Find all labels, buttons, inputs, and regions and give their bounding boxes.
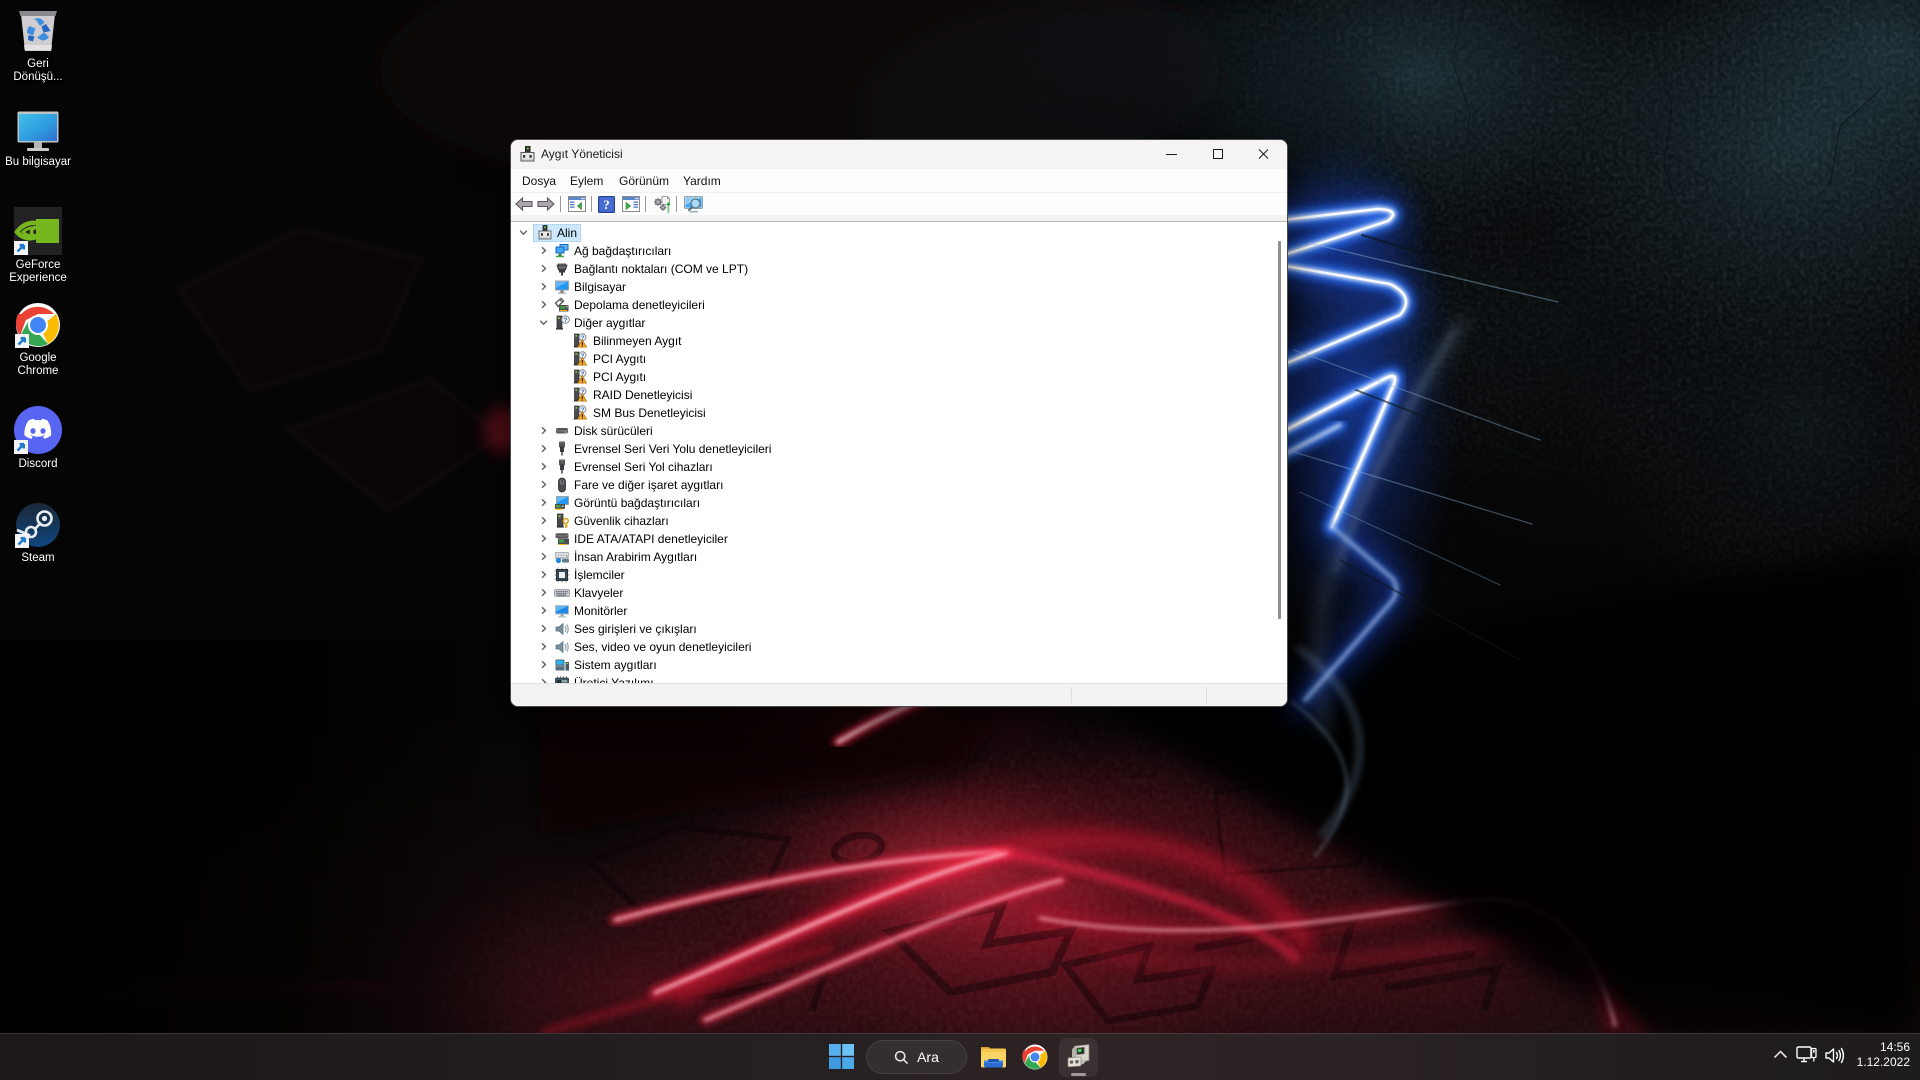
svg-text:?: ? [603,197,610,212]
